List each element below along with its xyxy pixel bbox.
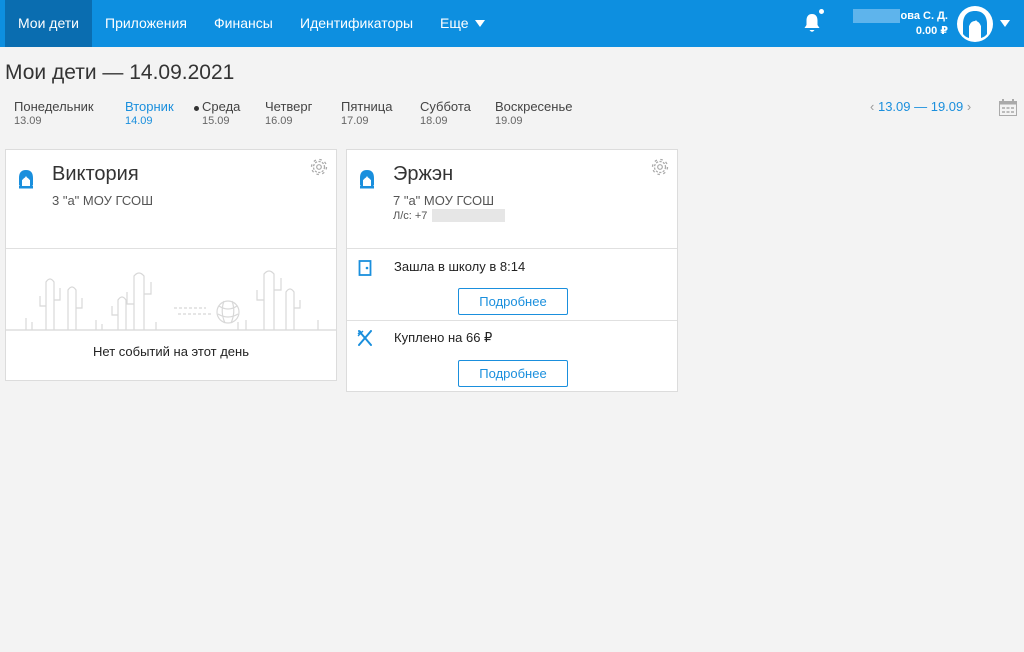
day-date: 18.09 [420, 115, 448, 127]
personal-account: Л/с: +7 [393, 210, 428, 222]
week-range-selector: ‹ 13.09 — 19.09 › [870, 99, 971, 114]
notification-dot [819, 9, 824, 14]
day-thursday[interactable]: Четверг 16.09 [265, 99, 312, 127]
day-date: 13.09 [14, 115, 42, 127]
gear-icon[interactable] [651, 158, 669, 176]
day-name: Суббота [420, 99, 471, 114]
child-card-viktoria: Виктория 3 "а" МОУ ГСОШ Нет событий на э… [5, 149, 337, 381]
calendar-icon[interactable] [999, 99, 1017, 116]
user-avatar-icon[interactable] [957, 6, 993, 42]
gear-icon[interactable] [310, 158, 328, 176]
user-name-redaction [853, 9, 900, 23]
top-navbar: Мои дети Приложения Финансы Идентификато… [0, 0, 1024, 47]
day-date: 19.09 [495, 115, 523, 127]
nav-identifiers[interactable]: Идентификаторы [300, 0, 413, 47]
child-class: 3 "а" МОУ ГСОШ [52, 193, 154, 208]
nav-apps[interactable]: Приложения [105, 0, 187, 47]
day-name: Четверг [265, 99, 313, 114]
child-avatar-icon [360, 170, 374, 189]
day-name: Понедельник [14, 99, 94, 114]
details-button[interactable]: Подробнее [458, 360, 568, 387]
child-avatar-icon [19, 170, 33, 189]
next-week-chevron-icon[interactable]: › [967, 99, 971, 114]
nav-my-children[interactable]: Мои дети [5, 0, 92, 47]
child-class: 7 "а" МОУ ГСОШ [393, 193, 495, 208]
page-title: Мои дети — 14.09.2021 [5, 61, 235, 84]
prev-week-chevron-icon[interactable]: ‹ [870, 99, 874, 114]
day-name: Вторник [125, 99, 174, 114]
day-name: Пятница [341, 99, 393, 114]
user-balance: 0.00 ₽ [915, 25, 948, 37]
bell-icon[interactable] [803, 12, 821, 34]
day-sunday[interactable]: Воскресенье 19.09 [495, 99, 572, 127]
desert-illustration-icon [6, 270, 336, 331]
week-range-label[interactable]: 13.09 — 19.09 [878, 99, 963, 114]
user-name[interactable]: ова С. Д. [901, 10, 948, 22]
chevron-down-icon [474, 19, 485, 27]
nav-more-label: Еще [440, 15, 469, 31]
door-icon [358, 260, 372, 276]
details-button[interactable]: Подробнее [458, 288, 568, 315]
day-date: 15.09 [202, 115, 230, 127]
day-name: Воскресенье [495, 99, 573, 114]
fork-knife-icon [357, 330, 372, 346]
event-text: Куплено на 66 ₽ [394, 330, 493, 345]
day-friday[interactable]: Пятница 17.09 [341, 99, 392, 127]
nav-finance[interactable]: Финансы [214, 0, 273, 47]
nav-more[interactable]: Еще [440, 0, 485, 47]
account-redaction [432, 209, 505, 222]
user-menu-chevron-icon[interactable] [1000, 20, 1010, 27]
day-tuesday[interactable]: Вторник 14.09 [125, 99, 174, 127]
child-name: Эржэн [393, 163, 454, 185]
child-name: Виктория [52, 163, 139, 185]
card-divider [6, 248, 336, 249]
event-dot-indicator [194, 106, 199, 111]
day-wednesday[interactable]: Среда 15.09 [202, 99, 240, 127]
no-events-message: Нет событий на этот день [93, 344, 249, 359]
day-name: Среда [202, 99, 241, 114]
card-divider [347, 248, 677, 249]
event-divider [347, 320, 677, 321]
day-date: 14.09 [125, 115, 153, 127]
day-monday[interactable]: Понедельник 13.09 [14, 99, 94, 127]
event-text: Зашла в школу в 8:14 [394, 259, 526, 274]
child-card-erzhen: Эржэн 7 "а" МОУ ГСОШ Л/с: +7 Зашла в шко… [346, 149, 678, 392]
day-date: 16.09 [265, 115, 293, 127]
day-saturday[interactable]: Суббота 18.09 [420, 99, 471, 127]
day-date: 17.09 [341, 115, 369, 127]
